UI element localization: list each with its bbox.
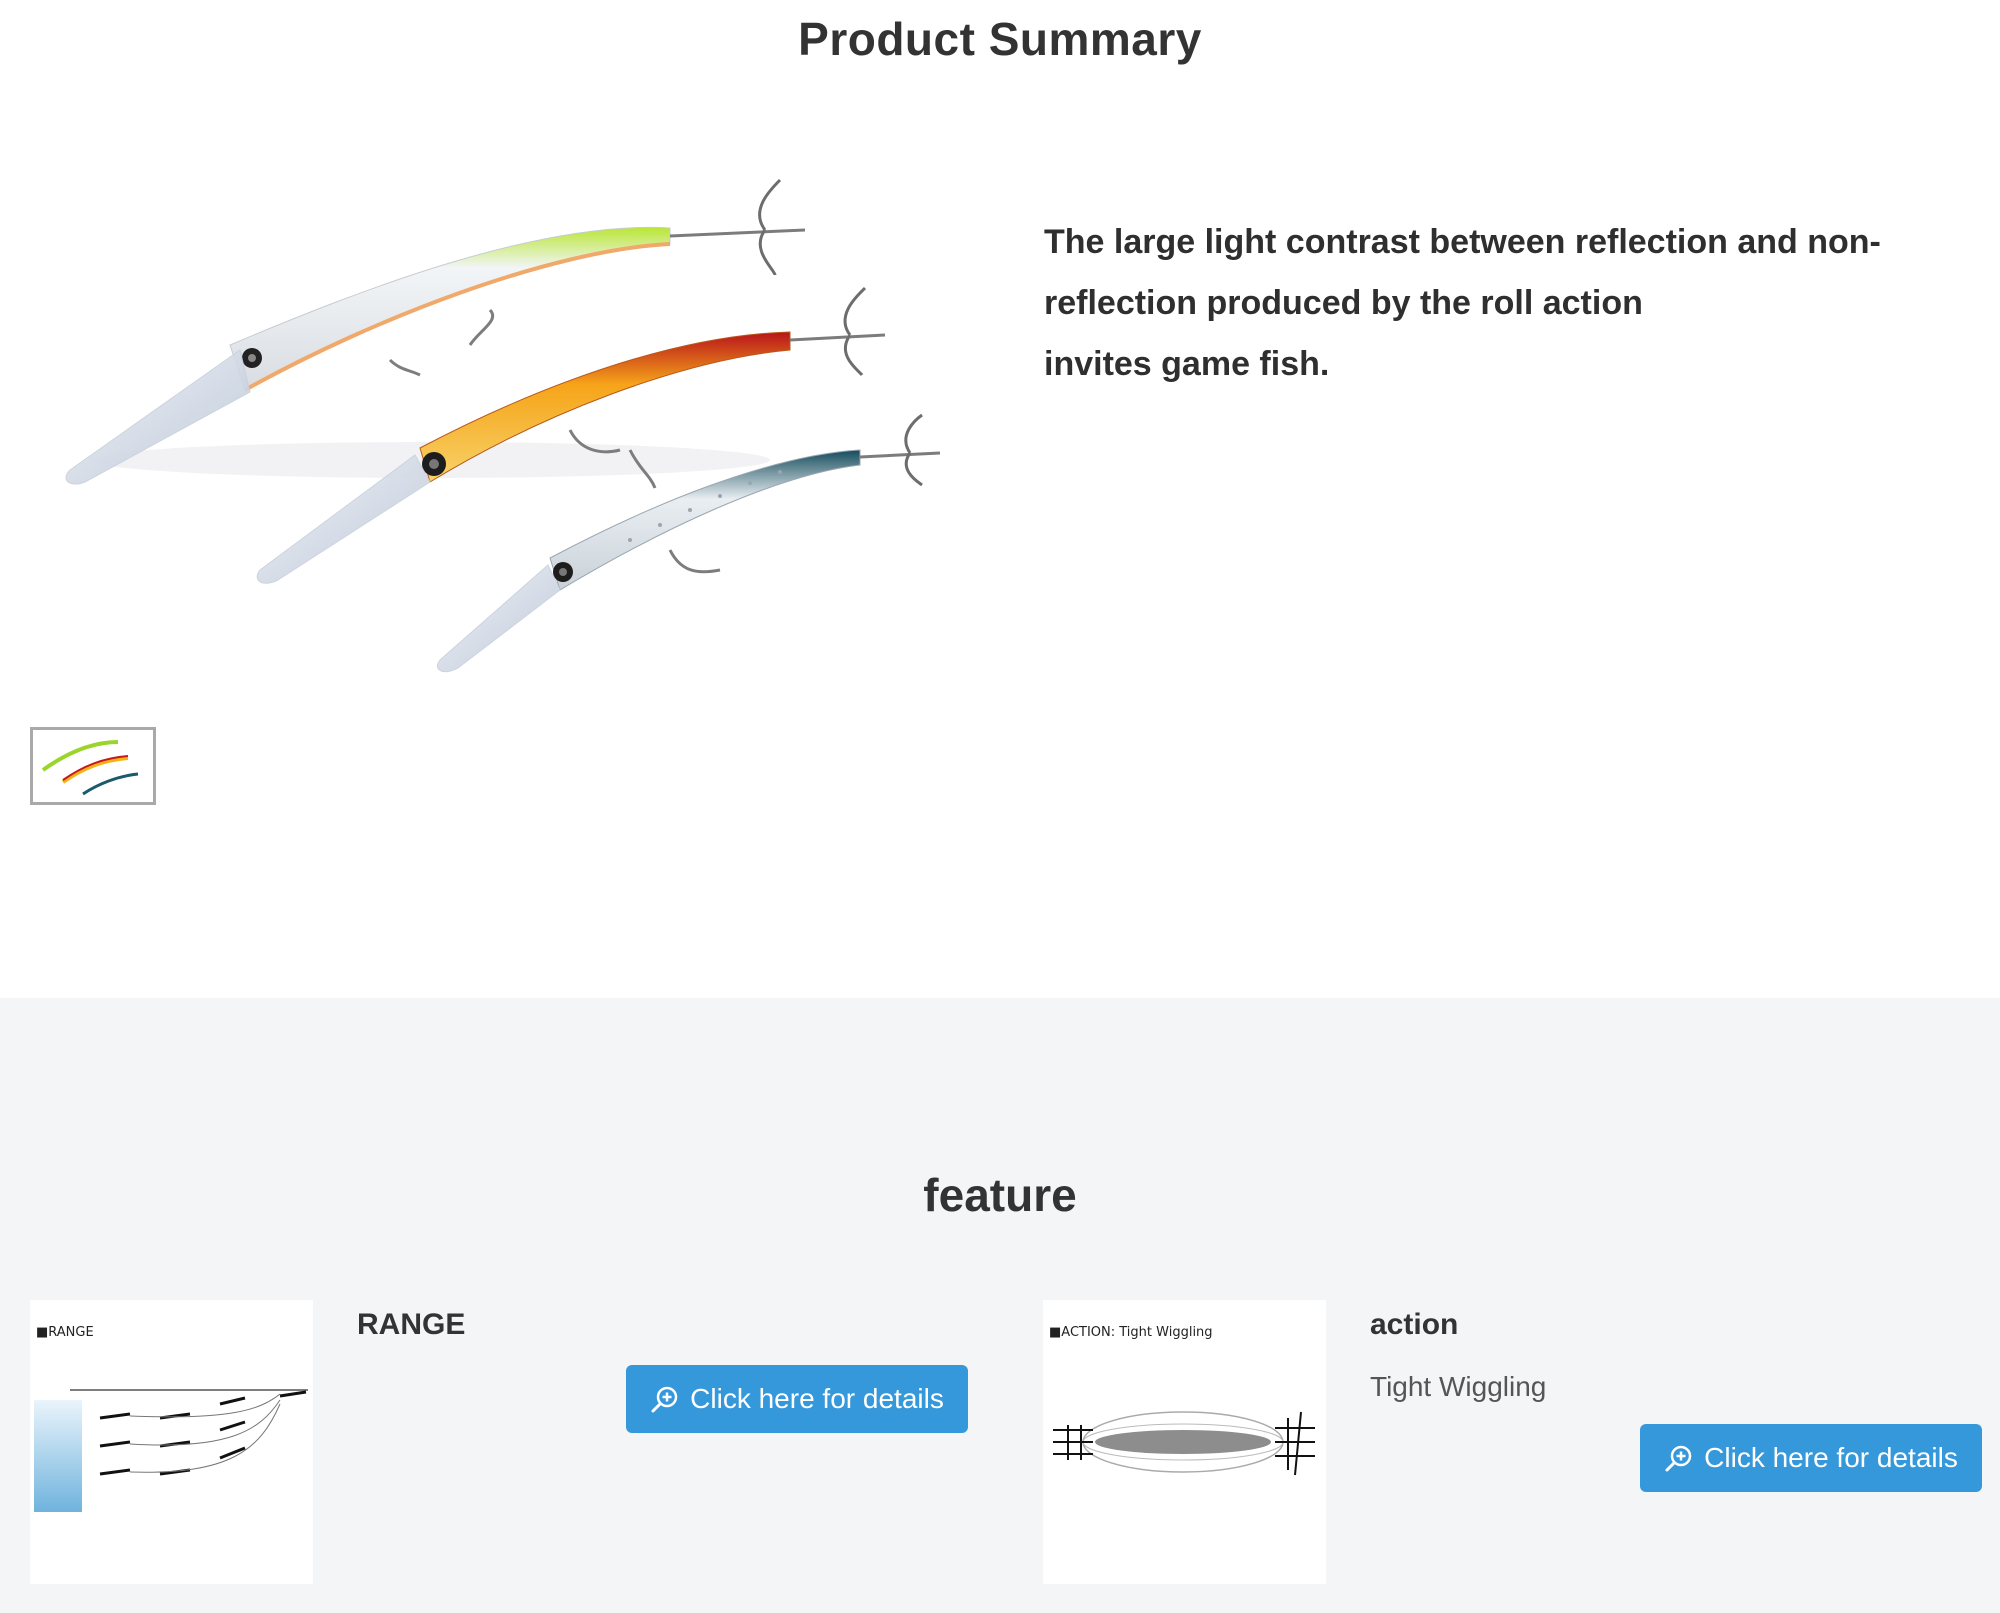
description-line-3: invites game fish. [1044, 345, 1330, 383]
feature-title: feature [923, 1169, 1077, 1221]
thumbnail-image[interactable] [30, 727, 156, 805]
action-subtitle: Tight Wiggling [1370, 1371, 1547, 1402]
action-heading: action [1370, 1308, 1459, 1341]
range-details-button[interactable]: Click here for details [626, 1365, 968, 1433]
product-main-image[interactable] [30, 170, 970, 715]
action-diagram-caption: ■ACTION: Tight Wiggling [1049, 1325, 1213, 1340]
range-diagram-caption: ■RANGE [36, 1325, 94, 1340]
feature-section: feature ■RANGE RANGE Click here for deta… [0, 998, 2000, 1613]
page-title: Product Summary [798, 13, 1202, 65]
description-line-2: reflection produced by the roll action [1044, 284, 1643, 322]
product-description: The large light contrast between reflect… [1044, 212, 1944, 395]
zoom-in-icon [1665, 1445, 1692, 1472]
range-heading: RANGE [357, 1308, 466, 1341]
range-details-button-label: Click here for details [690, 1383, 944, 1414]
action-diagram-image[interactable]: ■ACTION: Tight Wiggling [1043, 1300, 1326, 1584]
product-summary-section: Product Summary The large light contrast… [0, 0, 2000, 998]
range-diagram-image[interactable]: ■RANGE [30, 1300, 313, 1584]
description-line-1: The large light contrast between reflect… [1044, 223, 1881, 261]
action-details-button-label: Click here for details [1704, 1442, 1958, 1473]
action-details-button[interactable]: Click here for details [1640, 1424, 1982, 1492]
lure-green [65, 178, 806, 485]
zoom-in-icon [651, 1386, 678, 1413]
